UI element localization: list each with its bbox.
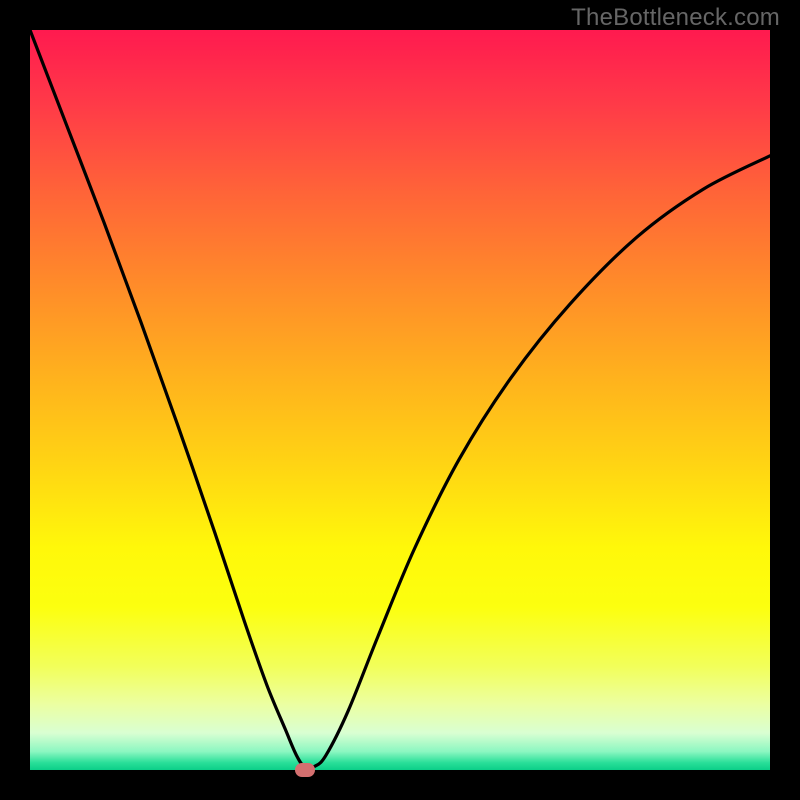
chart-container: TheBottleneck.com — [0, 0, 800, 800]
watermark-text: TheBottleneck.com — [571, 4, 780, 32]
minimum-marker — [295, 763, 315, 777]
bottleneck-curve — [30, 30, 770, 769]
plot-area — [30, 30, 770, 770]
curve-layer — [30, 30, 770, 770]
